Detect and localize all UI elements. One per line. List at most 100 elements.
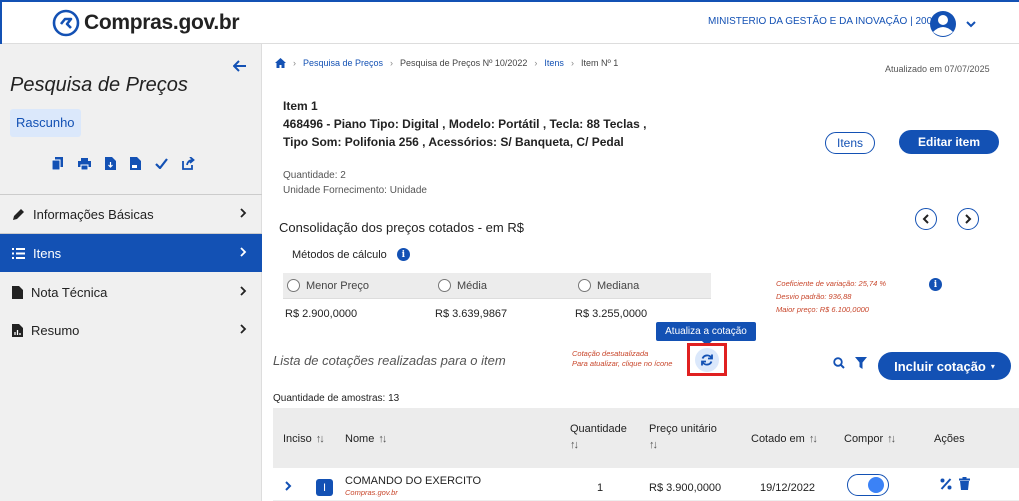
edit-item-button[interactable]: Editar item <box>899 130 999 154</box>
col-nome-label: Nome <box>345 433 375 445</box>
items-button[interactable]: Itens <box>825 132 875 154</box>
arrow-left-icon[interactable] <box>233 60 247 72</box>
value-menor-preco: R$ 2.900,0000 <box>285 308 358 320</box>
col-compor[interactable]: Compor ↑↓ <box>844 432 896 446</box>
download-file-icon[interactable] <box>105 157 116 170</box>
percent-icon[interactable] <box>940 478 952 490</box>
pencil-icon <box>13 208 24 220</box>
updated-timestamp: Atualizado em 07/07/2025 <box>885 64 990 74</box>
chevron-right-icon[interactable] <box>285 481 292 491</box>
row-cotado: 19/12/2022 <box>760 482 816 494</box>
tooltip: Atualiza a cotação <box>656 322 756 346</box>
col-quantidade[interactable]: Quantidade ↑↓ <box>570 422 627 452</box>
main-content: › Pesquisa de Preços › Pesquisa de Preço… <box>263 44 1019 501</box>
print-icon[interactable] <box>78 157 91 170</box>
file-chart-icon <box>12 323 23 337</box>
refresh-button-bg <box>695 347 719 372</box>
search-icon[interactable] <box>833 357 845 369</box>
sidebar-item-nota-tecnica[interactable]: Nota Técnica <box>0 273 262 311</box>
frame-top <box>0 0 1019 2</box>
include-quote-label: Incluir cotação <box>894 358 986 374</box>
table-header: Inciso ↑↓ Nome ↑↓ Quantidade ↑↓ Preço unitá… <box>273 408 1019 468</box>
breadcrumb-item[interactable]: Pesquisa de Preços <box>303 58 383 68</box>
document-icon <box>12 285 23 299</box>
list-icon <box>12 247 25 259</box>
status-badge: Rascunho <box>10 109 81 137</box>
trash-icon[interactable] <box>959 477 970 490</box>
next-item-button[interactable] <box>957 208 979 230</box>
sidebar: Pesquisa de Preços Rascunho Informações … <box>0 44 262 501</box>
sidebar-item-informacoes-basicas[interactable]: Informações Básicas <box>0 195 262 233</box>
radio-circle <box>438 279 451 292</box>
sidebar-item-itens[interactable]: Itens <box>0 234 262 272</box>
calculation-methods: Métodos de cálculo i <box>292 248 410 261</box>
breadcrumb-item[interactable]: Pesquisa de Preços Nº 10/2022 <box>400 58 527 68</box>
user-avatar-icon[interactable] <box>928 9 958 39</box>
col-preco-label: Preço unitário <box>649 423 717 435</box>
sidebar-item-label: Itens <box>33 245 62 261</box>
row-fonte: Compras.gov.br <box>345 488 398 497</box>
toggle-knob <box>868 477 884 493</box>
organization-label[interactable]: MINISTERIO DA GESTÃO E DA INOVAÇÃO | 200… <box>708 16 949 27</box>
check-icon[interactable] <box>155 158 168 169</box>
col-nome[interactable]: Nome ↑↓ <box>345 432 387 446</box>
radio-menor-preco[interactable]: Menor Preço <box>287 279 369 292</box>
filter-icon[interactable] <box>855 357 867 369</box>
home-icon[interactable] <box>275 58 286 68</box>
refresh-icon <box>701 354 713 365</box>
copy-icon[interactable] <box>52 157 64 170</box>
logo-text: Compras.gov.br <box>84 11 240 34</box>
chevron-left-icon <box>922 214 929 224</box>
inciso-badge: I <box>316 479 333 496</box>
col-quantidade-label: Quantidade <box>570 423 627 435</box>
chevron-right-icon <box>240 286 247 296</box>
list-tools <box>833 357 867 369</box>
col-cotado[interactable]: Cotado em ↑↓ <box>751 432 818 446</box>
chevron-right-icon <box>240 324 247 334</box>
chevron-right-icon <box>240 247 247 257</box>
sort-icon: ↑↓ <box>887 433 896 445</box>
row-preco: R$ 3.900,0000 <box>649 482 722 494</box>
methods-label: Métodos de cálculo <box>292 248 387 261</box>
breadcrumb-item[interactable]: Itens <box>544 58 564 68</box>
quotes-list-title: Lista de cotações realizadas para o item <box>273 353 506 368</box>
sort-icon: ↑↓ <box>378 433 387 445</box>
info-icon[interactable]: i <box>396 248 410 261</box>
sort-icon: ↑↓ <box>649 439 658 451</box>
sort-icon: ↑↓ <box>315 433 325 445</box>
sort-icon: ↑↓ <box>808 433 818 445</box>
chevron-down-icon[interactable] <box>965 19 977 29</box>
info-icon[interactable]: i <box>929 278 942 291</box>
compor-toggle[interactable] <box>847 474 889 496</box>
excel-file-icon[interactable] <box>130 157 141 170</box>
radio-circle <box>287 279 300 292</box>
col-inciso[interactable]: Inciso ↑↓ <box>283 432 325 446</box>
sidebar-item-resumo[interactable]: Resumo <box>0 311 262 349</box>
include-quote-button[interactable]: Incluir cotação ▾ <box>878 352 1011 380</box>
top-bar: Compras.gov.br MINISTERIO DA GESTÃO E DA… <box>0 0 1019 44</box>
radio-label: Menor Preço <box>306 279 369 292</box>
logo[interactable]: Compras.gov.br <box>52 9 240 37</box>
breadcrumb-current: Item Nº 1 <box>580 58 619 68</box>
col-preco[interactable]: Preço unitário ↑↓ <box>649 422 717 452</box>
col-compor-label: Compor <box>844 433 884 445</box>
radio-mediana[interactable]: Mediana <box>578 279 639 292</box>
outdated-line: Cotação desatualizada <box>572 349 649 358</box>
breadcrumb: › Pesquisa de Preços › Pesquisa de Preço… <box>275 58 618 68</box>
stat-std-dev: Desvio padrão: 936,88 <box>776 292 852 301</box>
radio-label: Média <box>457 279 487 292</box>
refresh-quote-button[interactable] <box>687 343 727 376</box>
previous-item-button[interactable] <box>915 208 937 230</box>
col-acoes: Ações <box>934 433 965 445</box>
col-inciso-label: Inciso <box>283 433 312 445</box>
value-mediana: R$ 3.255,0000 <box>575 308 648 320</box>
item-unit: Unidade Fornecimento: Unidade <box>283 185 427 196</box>
radio-media[interactable]: Média <box>438 279 487 292</box>
chevron-right-icon: › <box>570 58 574 68</box>
chevron-right-icon <box>965 214 972 224</box>
chevron-right-icon: › <box>293 58 296 68</box>
share-icon[interactable] <box>182 157 195 170</box>
sidebar-item-label: Resumo <box>31 322 80 338</box>
compras-logo-icon <box>52 9 80 37</box>
sidebar-item-label: Nota Técnica <box>31 284 108 300</box>
